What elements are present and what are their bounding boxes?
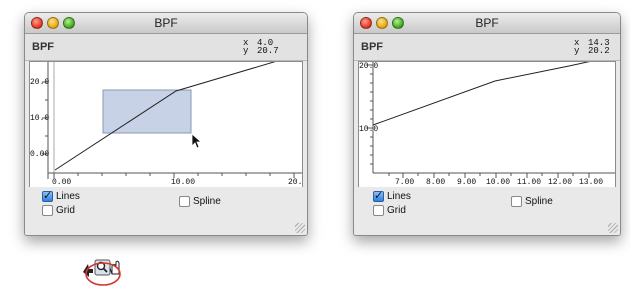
y-coord-value: 20.2 [588, 46, 610, 56]
lines-label: Lines [387, 191, 411, 202]
options-panel: Lines Grid Spline [25, 187, 307, 235]
bpf-plot-area[interactable]: 20.0 10.0 7.00 8.00 9.00 10.00 11.00 12.… [358, 61, 616, 188]
editor-header: BPF x 4.0 y 20.7 [25, 34, 307, 61]
spline-checkbox[interactable] [511, 196, 522, 207]
x-tick-label: 0.00 [52, 178, 71, 187]
window-title: BPF [154, 16, 178, 30]
y-coord-label: y [243, 46, 249, 56]
grid-checkbox[interactable] [373, 205, 384, 216]
bpf-plot-area[interactable]: 0.00 10.00 20.0 20.0 10.0 0.00 [29, 61, 303, 188]
mouse-cursor-icon [191, 133, 203, 149]
title-bar[interactable]: BPF [354, 13, 620, 34]
lines-checkbox[interactable] [42, 189, 53, 202]
grid-label: Grid [56, 205, 75, 216]
spline-label: Spline [193, 196, 221, 207]
x-tick-label: 8.00 [426, 178, 445, 187]
x-tick-label: 10.00 [486, 178, 510, 187]
lines-checkbox[interactable] [373, 189, 384, 202]
title-bar[interactable]: BPF [25, 13, 307, 34]
bpf-label: BPF [361, 41, 383, 53]
bpf-label: BPF [32, 41, 54, 53]
x-tick-label: 9.00 [457, 178, 476, 187]
tool-strip [83, 259, 129, 286]
spline-checkbox[interactable] [179, 196, 190, 207]
bpf-window-right: BPF BPF x 14.3 y 20.2 20.0 10.0 7.00 8.0… [353, 12, 621, 236]
x-tick-label: 11.00 [517, 178, 541, 187]
grid-label: Grid [387, 205, 406, 216]
y-coord-label: y [574, 46, 580, 56]
y-tick-label: 0.00 [30, 150, 49, 159]
spline-label: Spline [525, 196, 553, 207]
bpf-plot-svg[interactable]: 20.0 10.0 7.00 8.00 9.00 10.00 11.00 12.… [359, 62, 615, 187]
y-tick-label: 10.0 [30, 114, 49, 123]
x-tick-label: 13.00 [579, 178, 603, 187]
window-title: BPF [475, 16, 499, 30]
y-tick-label: 20.0 [359, 62, 378, 71]
y-coord-value: 20.7 [257, 46, 279, 56]
y-axis-ticks [367, 64, 373, 165]
lines-label: Lines [56, 191, 80, 202]
bpf-plot-svg[interactable]: 0.00 10.00 20.0 20.0 10.0 0.00 [30, 62, 302, 187]
y-tick-label: 20.0 [30, 78, 49, 87]
editor-header: BPF x 14.3 y 20.2 [354, 34, 620, 61]
resize-grip[interactable] [608, 223, 618, 233]
x-tick-label: 10.00 [171, 178, 195, 187]
bpf-window-left: BPF BPF x 4.0 y 20.7 0.00 10.00 20. 20.0… [24, 12, 308, 236]
y-tick-label: 10.0 [359, 125, 378, 134]
x-tick-label: 7.00 [395, 178, 414, 187]
bpf-curve[interactable] [372, 62, 615, 126]
options-panel: Lines Grid Spline [354, 187, 620, 235]
zoom-selection-rect[interactable] [102, 89, 192, 134]
x-tick-label: 20.0 [288, 178, 302, 187]
grid-checkbox[interactable] [42, 205, 53, 216]
resize-grip[interactable] [295, 223, 305, 233]
x-tick-label: 12.00 [548, 178, 572, 187]
